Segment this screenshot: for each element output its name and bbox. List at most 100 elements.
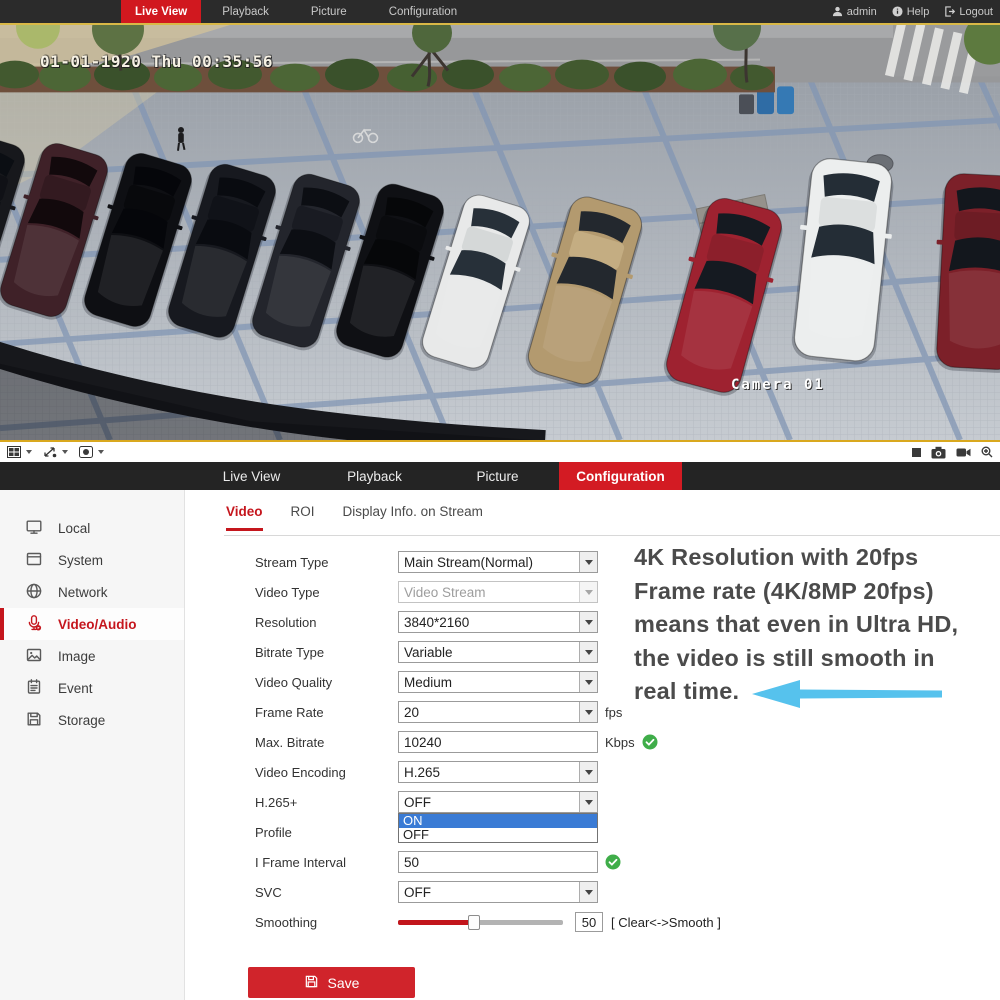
logout-label: Logout: [959, 6, 993, 18]
chevron-down-icon[interactable]: [579, 672, 597, 692]
annotation-line: means that even in Ultra HD,: [634, 608, 1000, 642]
i-frame-interval-input[interactable]: [398, 851, 598, 873]
top-tab-playback[interactable]: Playback: [201, 0, 290, 23]
top-tab-picture[interactable]: Picture: [290, 0, 368, 23]
chevron-down-icon[interactable]: [579, 792, 597, 812]
svc-select[interactable]: OFF: [398, 881, 598, 903]
chevron-down-icon[interactable]: [26, 450, 32, 454]
main-area: Local System Network Video/Audio Image Event S…: [0, 490, 1000, 1000]
chevron-down-icon[interactable]: [579, 762, 597, 782]
config-tab-picture[interactable]: Picture: [436, 462, 559, 490]
sidebar-item-video-audio[interactable]: Video/Audio: [0, 608, 184, 640]
tab-roi[interactable]: ROI: [291, 504, 315, 531]
field-label: Profile: [255, 825, 398, 840]
dropdown-option-off[interactable]: OFF: [399, 828, 597, 842]
sidebar-item-local[interactable]: Local: [0, 512, 184, 544]
chevron-down-icon[interactable]: [579, 642, 597, 662]
sidebar-item-event[interactable]: Event: [0, 672, 184, 704]
top-tab-live-view[interactable]: Live View: [121, 0, 201, 23]
sidebar-item-label: Video/Audio: [58, 617, 137, 632]
annotation-line: Frame rate (4K/8MP 20fps): [634, 575, 1000, 609]
select-value: OFF: [399, 885, 579, 900]
field-suffix: fps: [605, 705, 622, 720]
smoothing-slider-track[interactable]: [398, 920, 563, 925]
chevron-down-icon[interactable]: [62, 450, 68, 454]
chevron-down-icon[interactable]: [579, 882, 597, 902]
field-label: Bitrate Type: [255, 645, 398, 660]
bitrate-type-select[interactable]: Variable: [398, 641, 598, 663]
record-icon[interactable]: [956, 447, 971, 458]
h-265-select[interactable]: OFF: [398, 791, 598, 813]
sidebar-item-network[interactable]: Network: [0, 576, 184, 608]
sidebar-item-label: System: [58, 553, 103, 568]
video-type-select: Video Stream: [398, 581, 598, 603]
resolution-select[interactable]: 3840*2160: [398, 611, 598, 633]
video-timestamp: 01-01-1920 Thu 00:35:56: [40, 52, 273, 71]
logout-icon: [944, 6, 955, 17]
chevron-down-icon[interactable]: [579, 702, 597, 722]
config-tab-live-view[interactable]: Live View: [190, 462, 313, 490]
form-row-svc: SVCOFF: [255, 877, 875, 907]
stop-icon[interactable]: [912, 448, 921, 457]
field-label: Video Quality: [255, 675, 398, 690]
sidebar-item-storage[interactable]: Storage: [0, 704, 184, 736]
video-encoding-select[interactable]: H.265: [398, 761, 598, 783]
valid-check-icon: [642, 734, 658, 750]
sidebar-item-label: Image: [58, 649, 96, 664]
sidebar-item-label: Storage: [58, 713, 105, 728]
field-label: Resolution: [255, 615, 398, 630]
select-value: H.265: [399, 765, 579, 780]
help-button[interactable]: Help: [892, 6, 930, 18]
chevron-down-icon[interactable]: [579, 552, 597, 572]
snapshot-icon[interactable]: [931, 446, 946, 459]
sidebar-item-image[interactable]: Image: [0, 640, 184, 672]
annotation-line: the video is still smooth in: [634, 642, 1000, 676]
select-value: Variable: [399, 645, 579, 660]
frame-rate-select[interactable]: 20: [398, 701, 598, 723]
field-label: Stream Type: [255, 555, 398, 570]
sidebar-item-label: Network: [58, 585, 108, 600]
field-label: Video Encoding: [255, 765, 398, 780]
field-label: Video Type: [255, 585, 398, 600]
user-name: admin: [847, 6, 877, 18]
player-controls: [912, 446, 993, 459]
top-nav: Live ViewPlaybackPictureConfiguration ad…: [0, 0, 1000, 23]
player-toolbar: [0, 442, 1000, 462]
stream-type-select[interactable]: Main Stream(Normal): [398, 551, 598, 573]
smoothing-slider-handle[interactable]: [468, 915, 480, 930]
user-menu[interactable]: admin: [832, 6, 877, 18]
annotation-line: 4K Resolution with 20fps: [634, 541, 1000, 575]
storage-icon: [25, 710, 43, 731]
max-bitrate-input[interactable]: [398, 731, 598, 753]
zoom-icon[interactable]: [981, 446, 993, 458]
tab-display-info-on-stream[interactable]: Display Info. on Stream: [343, 504, 483, 531]
sidebar-item-system[interactable]: System: [0, 544, 184, 576]
blue-arrow-icon: [752, 680, 942, 718]
monitor-icon: [25, 518, 43, 539]
h-265-dropdown-list: ONOFF: [398, 813, 598, 843]
window-layout-button[interactable]: [7, 446, 32, 458]
field-label: H.265+: [255, 795, 398, 810]
select-value: 3840*2160: [399, 615, 579, 630]
tab-video[interactable]: Video: [226, 504, 263, 531]
video-quality-select[interactable]: Medium: [398, 671, 598, 693]
help-label: Help: [907, 6, 930, 18]
save-button[interactable]: Save: [248, 967, 415, 998]
config-tab-configuration[interactable]: Configuration: [559, 462, 682, 490]
sidebar-item-label: Local: [58, 521, 90, 536]
window-scale-button[interactable]: [43, 446, 68, 458]
top-nav-user-area: admin Help Logout: [832, 0, 1000, 23]
config-tab-playback[interactable]: Playback: [313, 462, 436, 490]
dropdown-option-on[interactable]: ON: [399, 814, 597, 828]
event-icon: [25, 678, 43, 699]
live-video-view[interactable]: 01-01-1920 Thu 00:35:56 Camera 01: [0, 23, 1000, 442]
sidebar-item-label: Event: [58, 681, 93, 696]
globe-icon: [25, 582, 43, 603]
chevron-down-icon[interactable]: [98, 450, 104, 454]
stream-type-button[interactable]: [79, 446, 104, 458]
logout-button[interactable]: Logout: [944, 6, 993, 18]
settings-sidebar: Local System Network Video/Audio Image Event S…: [0, 490, 185, 1000]
top-tab-configuration[interactable]: Configuration: [368, 0, 478, 23]
chevron-down-icon[interactable]: [579, 612, 597, 632]
form-row-h-265: H.265+OFFONOFF: [255, 787, 875, 817]
